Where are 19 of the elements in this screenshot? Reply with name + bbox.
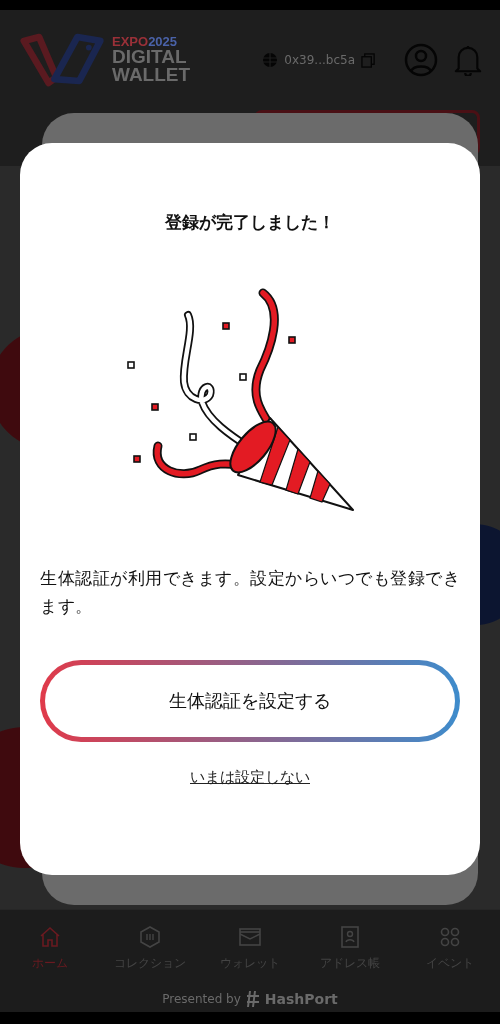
contact-book-icon	[338, 924, 362, 949]
home-icon	[38, 924, 62, 949]
brand-mark-icon	[246, 990, 259, 1008]
hexagon-icon	[138, 924, 162, 949]
logo-icon	[20, 31, 106, 89]
wallet-address: 0x39...bc5a	[284, 53, 355, 67]
globe-icon	[262, 52, 279, 68]
logo-expo-text: EXPO2025	[112, 35, 179, 49]
copy-icon[interactable]	[361, 52, 376, 68]
brand-name: HashPort	[264, 991, 338, 1007]
dialog-title: 登録が完了しました！	[165, 211, 335, 234]
nav-tab[interactable]: ホーム	[0, 910, 100, 986]
skip-link[interactable]: いまは設定しない	[190, 768, 310, 787]
presented-by-text: Presented by	[162, 992, 241, 1006]
bell-icon[interactable]	[454, 44, 482, 76]
logo-text: DIGITAL	[112, 48, 188, 67]
user-icon[interactable]	[404, 43, 438, 77]
logo-text: WALLET	[112, 66, 191, 85]
dialog-message: 生体認証が利用できます。設定からいつでも登録できます。	[40, 567, 460, 618]
